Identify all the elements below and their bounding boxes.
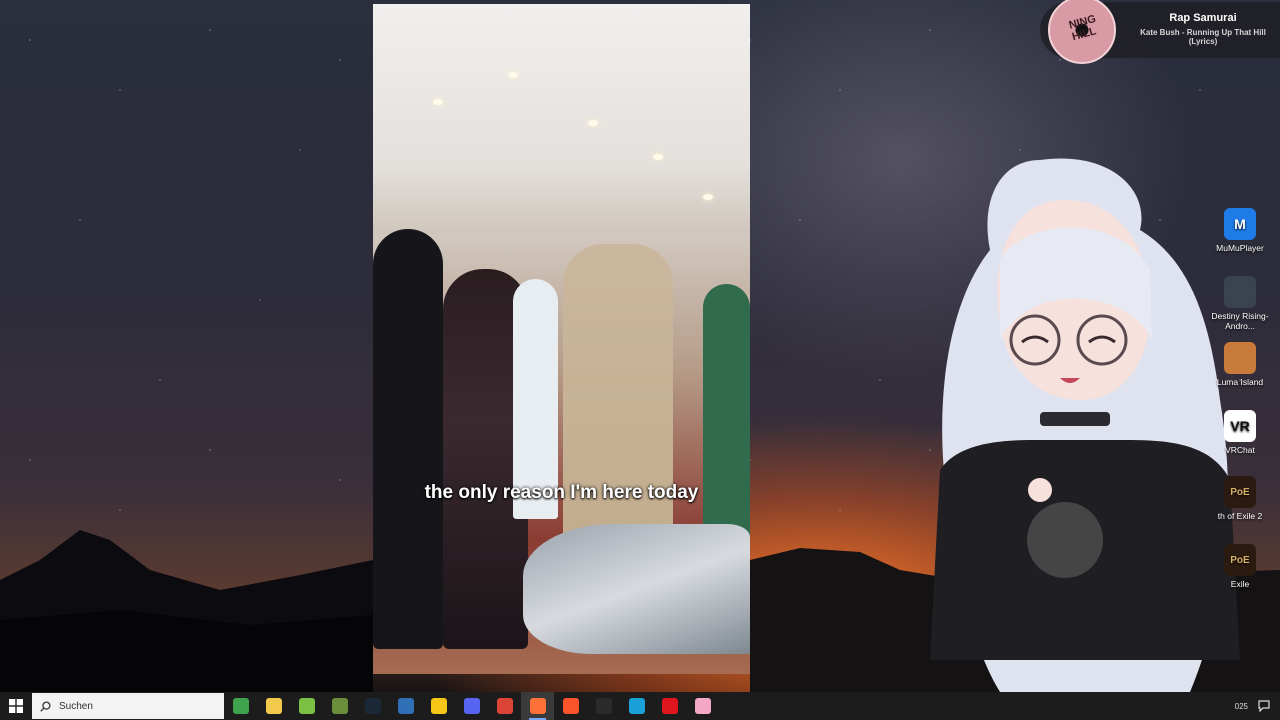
minecraft-app-icon	[331, 698, 348, 714]
desktop-icon-label: Luma Island	[1216, 377, 1264, 387]
taskbar-calculator-app[interactable]	[224, 692, 257, 720]
desktop-icon-luma-island[interactable]: Luma Island	[1210, 342, 1270, 387]
android-app-icon	[298, 698, 315, 714]
now-playing-widget: NING HILL Rap Samurai Kate Bush - Runnin…	[1040, 0, 1280, 64]
video-player[interactable]: the only reason I'm here today	[373, 4, 750, 674]
g-app-icon	[430, 698, 447, 714]
search-icon	[40, 700, 51, 712]
taskbar-android-app[interactable]	[290, 692, 323, 720]
taskbar-chrome-app[interactable]	[488, 692, 521, 720]
taskbar-apps	[224, 692, 719, 720]
pink-app-icon	[694, 698, 711, 714]
now-playing-track: Kate Bush - Running Up That Hill (Lyrics…	[1140, 28, 1266, 46]
album-disc-icon: NING HILL	[1048, 0, 1116, 64]
desktop-icon-path-of-exile[interactable]: PoE Exile	[1210, 544, 1270, 589]
desktop-icon-label: VRChat	[1225, 445, 1255, 455]
calculator-app-icon	[232, 698, 249, 714]
chrome-app-icon	[496, 698, 513, 714]
taskbar-pink-app[interactable]	[686, 692, 719, 720]
ceiling-light	[588, 120, 598, 126]
ceiling-light	[703, 194, 713, 200]
ceiling-light	[653, 154, 663, 160]
video-subtitle: the only reason I'm here today	[424, 482, 699, 503]
windows-icon	[9, 699, 23, 713]
file-explorer-app-icon	[265, 698, 282, 714]
obs-app-icon	[595, 698, 612, 714]
taskbar-g-app[interactable]	[422, 692, 455, 720]
video-ceiling	[373, 4, 750, 234]
virtualbox-app-icon	[397, 698, 414, 714]
vrchat-icon: VR	[1224, 410, 1256, 442]
taskbar: Suchen 025	[0, 692, 1280, 720]
taskbar-virtualbox-app[interactable]	[389, 692, 422, 720]
edge-app-icon	[628, 698, 645, 714]
start-button[interactable]	[0, 692, 32, 720]
ceiling-light	[508, 72, 518, 78]
ceiling-light	[433, 99, 443, 105]
path-of-exile-2-icon: PoE	[1224, 476, 1256, 508]
firefox-app-icon	[529, 698, 546, 714]
desktop-icon-label: Exile	[1230, 579, 1250, 589]
desktop-icon-label: Destiny Rising-Andro...	[1211, 311, 1269, 331]
destiny-icon	[1224, 276, 1256, 308]
taskbar-steam-app[interactable]	[356, 692, 389, 720]
video-tarp	[523, 524, 750, 654]
notification-icon[interactable]	[1258, 700, 1270, 712]
luma-island-icon	[1224, 342, 1256, 374]
taskbar-edge-app[interactable]	[620, 692, 653, 720]
brave-app-icon	[562, 698, 579, 714]
desktop-icon-label: th of Exile 2	[1217, 511, 1263, 521]
desktop-icon-path-of-exile-2[interactable]: PoE th of Exile 2	[1210, 476, 1270, 521]
opera-app-icon	[661, 698, 678, 714]
path-of-exile-icon: PoE	[1224, 544, 1256, 576]
taskbar-firefox-app[interactable]	[521, 692, 554, 720]
now-playing-title: Rap Samurai	[1169, 12, 1237, 24]
taskbar-discord-app[interactable]	[455, 692, 488, 720]
mumu-icon: M	[1224, 208, 1256, 240]
video-person-man-black	[373, 229, 443, 649]
desktop-icon-label: MuMuPlayer	[1216, 243, 1264, 253]
search-placeholder: Suchen	[59, 700, 93, 712]
taskbar-minecraft-app[interactable]	[323, 692, 356, 720]
taskbar-file-explorer-app[interactable]	[257, 692, 290, 720]
taskbar-search[interactable]: Suchen	[32, 693, 224, 719]
system-tray: 025	[1235, 692, 1280, 720]
desktop-icon-mumuplayer[interactable]: M MuMuPlayer	[1210, 208, 1270, 253]
tray-clock-year[interactable]: 025	[1235, 702, 1248, 711]
taskbar-brave-app[interactable]	[554, 692, 587, 720]
taskbar-opera-app[interactable]	[653, 692, 686, 720]
discord-app-icon	[463, 698, 480, 714]
steam-app-icon	[364, 698, 381, 714]
desktop-icon-destiny-rising[interactable]: Destiny Rising-Andro...	[1210, 276, 1270, 331]
disc-label: NING HILL	[1067, 12, 1098, 44]
taskbar-obs-app[interactable]	[587, 692, 620, 720]
desktop-icon-vrchat[interactable]: VR VRChat	[1210, 410, 1270, 455]
